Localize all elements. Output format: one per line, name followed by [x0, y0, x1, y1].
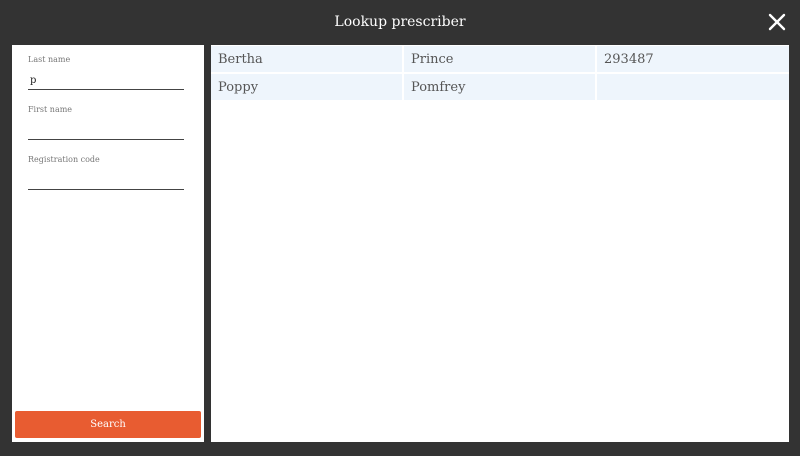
registration-code-cell — [597, 74, 789, 102]
table-row[interactable]: Poppy Pomfrey — [211, 74, 789, 102]
registration-code-input[interactable] — [28, 171, 184, 190]
last-name-field-group: Last name — [28, 54, 184, 90]
search-button[interactable]: Search — [15, 411, 201, 438]
first-name-field-group: First name — [28, 104, 184, 140]
last-name-input[interactable] — [28, 71, 184, 90]
registration-code-cell: 293487 — [597, 46, 789, 74]
last-name-label: Last name — [28, 55, 71, 64]
first-name-label: First name — [28, 105, 73, 114]
table-row[interactable]: Bertha Prince 293487 — [211, 46, 789, 74]
results-panel: Bertha Prince 293487 Poppy Pomfrey — [211, 45, 789, 442]
registration-code-label: Registration code — [28, 155, 100, 164]
last-name-cell: Pomfrey — [404, 74, 597, 102]
results-table: Bertha Prince 293487 Poppy Pomfrey — [211, 46, 789, 102]
search-form-panel: Last name First name Registration code S… — [12, 45, 204, 442]
first-name-cell: Poppy — [211, 74, 404, 102]
last-name-cell: Prince — [404, 46, 597, 74]
first-name-cell: Bertha — [211, 46, 404, 74]
close-button[interactable] — [766, 11, 788, 33]
dialog-header: Lookup prescriber — [0, 0, 800, 44]
first-name-input[interactable] — [28, 121, 184, 140]
registration-code-field-group: Registration code — [28, 154, 184, 190]
close-icon — [768, 13, 786, 31]
dialog-title: Lookup prescriber — [334, 14, 466, 30]
